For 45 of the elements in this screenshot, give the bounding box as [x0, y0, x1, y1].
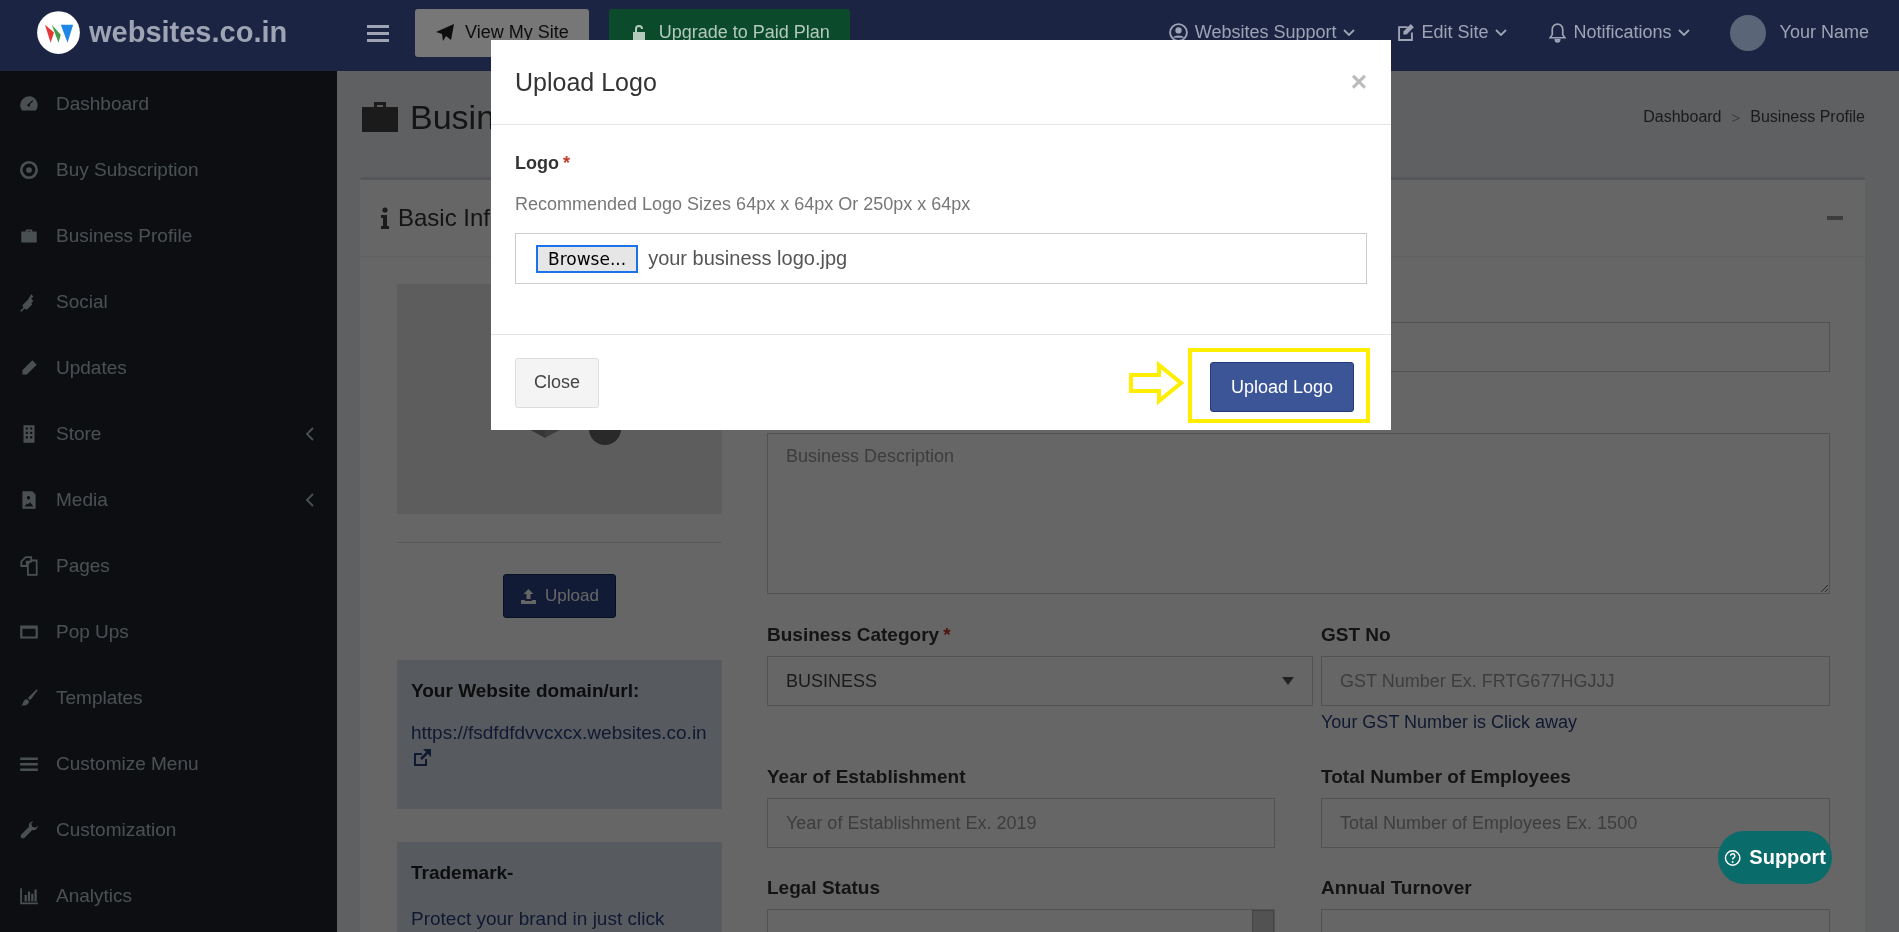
user-name[interactable]: Your Name	[1779, 22, 1869, 43]
nav-menu[interactable]: Websites Support	[1167, 22, 1355, 43]
file-field[interactable]: Browse... your business logo.jpg	[515, 233, 1367, 284]
panel-title: Basic Inf	[398, 204, 491, 232]
nav-menu[interactable]: Edit Site	[1394, 22, 1507, 43]
breadcrumb-item: Business Profile	[1750, 108, 1865, 126]
field-label: Total Number of Employees	[1321, 765, 1572, 789]
sidebar-item[interactable]: Dashboard	[0, 71, 337, 137]
field-label: Year of Establishment	[767, 765, 967, 789]
sidebar-item[interactable]: Templates	[0, 665, 337, 731]
sidebar-item[interactable]: Pages	[0, 533, 337, 599]
trademark-text: Protect your brand in just click	[411, 908, 666, 930]
sidebar-item[interactable]: Updates	[0, 335, 337, 401]
domain-link[interactable]: https://fsdfdfdvvcxcx.websites.co.in	[411, 722, 708, 744]
sidebar-item[interactable]: Buy Subscription	[0, 137, 337, 203]
breadcrumb-item[interactable]: Dashboard	[1643, 108, 1722, 126]
field-label: Annual Turnover	[1321, 876, 1473, 900]
nav-menu[interactable]: Notifications	[1546, 22, 1690, 43]
sidebar-item[interactable]: Store	[0, 401, 337, 467]
upload-button[interactable]: Upload	[503, 574, 616, 618]
category-select[interactable]: BUSINESS	[767, 656, 1313, 706]
sidebar-item[interactable]: Customize Menu	[0, 731, 337, 797]
hint-link[interactable]: Your GST Number is Click away	[1321, 712, 1830, 733]
field-label: GST No	[1321, 623, 1392, 647]
sidebar-item[interactable]: Customization	[0, 797, 337, 863]
sidebar-item[interactable]: Social	[0, 269, 337, 335]
support-button[interactable]: Support	[1718, 831, 1832, 884]
field-label: Business Category *	[767, 623, 952, 647]
field-label: Legal Status	[767, 876, 881, 900]
upload-logo-button[interactable]: Upload Logo	[1209, 362, 1354, 412]
field-label: Logo *	[515, 153, 571, 174]
help-text: Recommended Logo Sizes 64px x 64px Or 250px x 64px	[515, 194, 972, 215]
dialog-title: Upload Logo	[515, 67, 657, 97]
page-title: Busin	[410, 97, 496, 137]
close-button[interactable]: Close	[515, 357, 600, 408]
brand-name[interactable]: websites.co.in	[89, 16, 288, 49]
sidebar-item[interactable]: Analytics	[0, 863, 337, 929]
sidebar-item[interactable]: Pop Ups	[0, 599, 337, 665]
sidebar-item[interactable]: Media	[0, 467, 337, 533]
breadcrumb-separator: >	[1731, 108, 1741, 126]
file-name: your business logo.jpg	[648, 247, 848, 270]
domain-heading: Your Website domain/url:	[411, 680, 641, 702]
trademark-heading: Trademark-	[411, 862, 515, 884]
sidebar-item[interactable]: Business Profile	[0, 203, 337, 269]
browse-button[interactable]: Browse...	[536, 244, 639, 273]
